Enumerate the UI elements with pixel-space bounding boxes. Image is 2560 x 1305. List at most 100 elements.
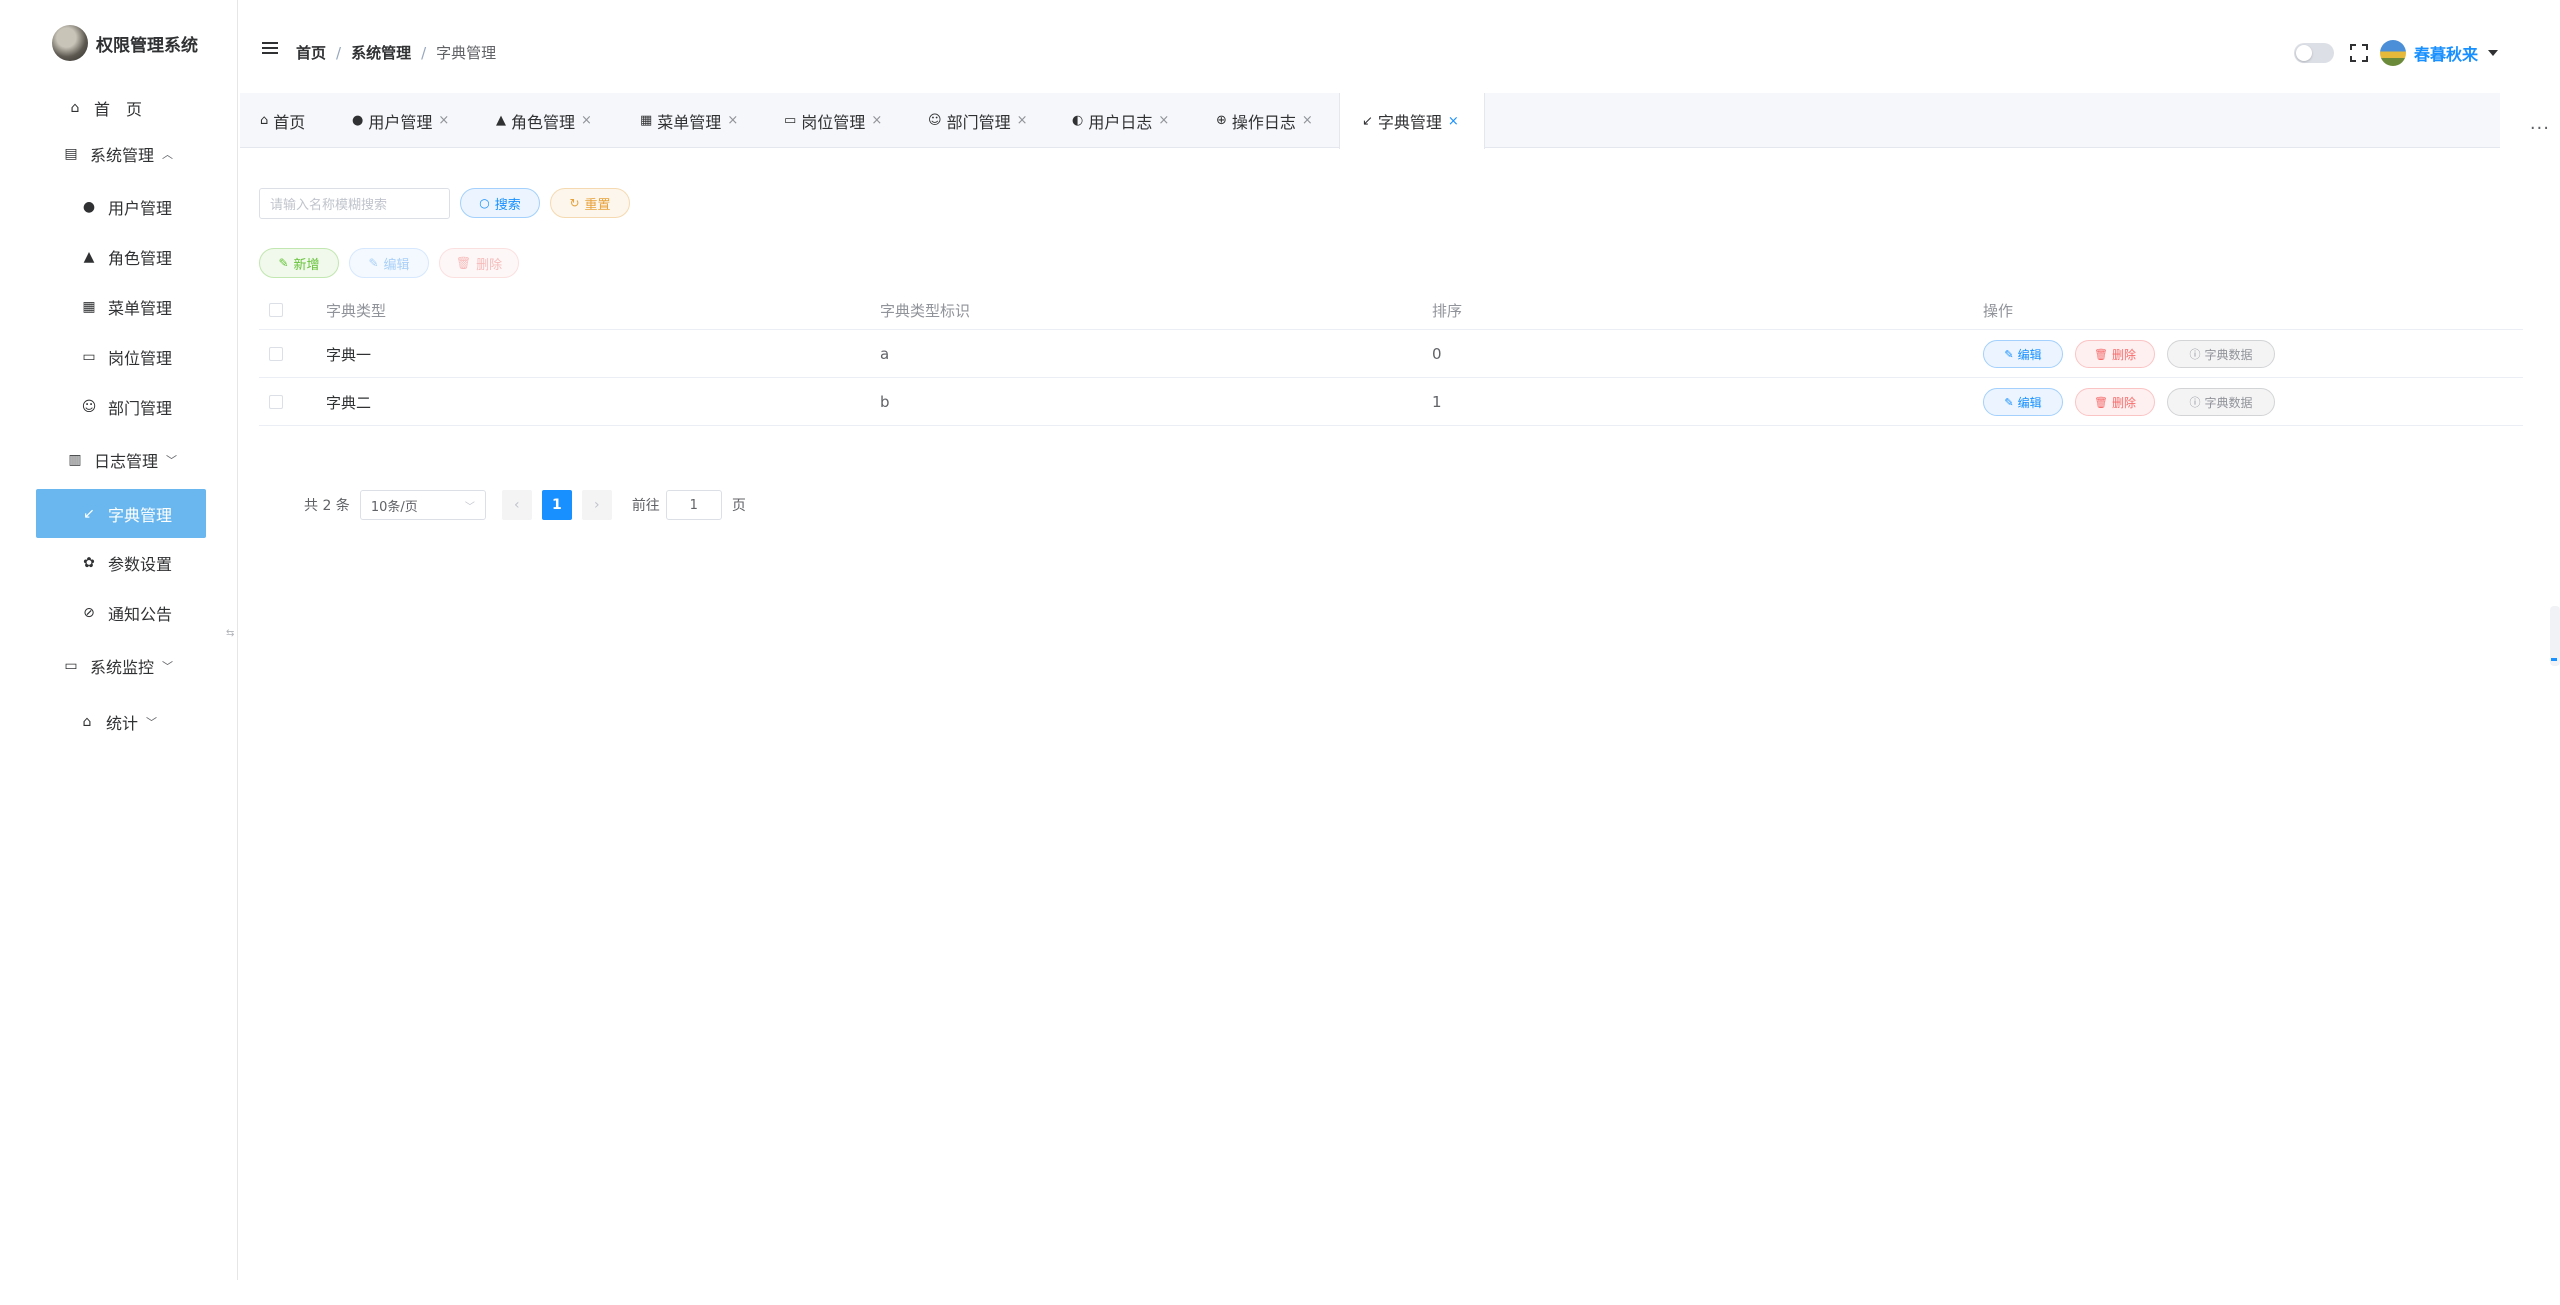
- user-icon: ●: [82, 199, 96, 215]
- tab-dict[interactable]: ↙ 字典管理 ×: [1339, 93, 1485, 149]
- logo[interactable]: 权限管理系统: [52, 24, 198, 62]
- cell-type: 字典一: [326, 345, 372, 364]
- side-scroll-handle[interactable]: [2550, 606, 2560, 666]
- tab-menus[interactable]: ▦ 菜单管理 ×: [640, 93, 738, 148]
- next-page-button[interactable]: ›: [581, 490, 612, 520]
- log-calendar-icon: ▥: [68, 452, 82, 468]
- more-icon[interactable]: ···: [2530, 118, 2550, 139]
- row-dict-data-button[interactable]: ⓘ 字典数据: [2167, 388, 2275, 416]
- edit-button[interactable]: ✎ 编辑: [349, 248, 429, 278]
- username[interactable]: 春暮秋来: [2414, 41, 2478, 65]
- row-delete-button[interactable]: 🗑 删除: [2075, 340, 2155, 368]
- tab-label: 菜单管理: [657, 112, 722, 132]
- tab-home[interactable]: ⌂ 首页: [260, 93, 305, 148]
- sidebar-item-label: 字典管理: [108, 505, 173, 525]
- edit-square-icon: ✎: [2004, 347, 2014, 361]
- table-header-row: 字典类型 字典类型标识 排序 操作: [259, 290, 2523, 330]
- sidebar-item-posts[interactable]: ▭ 岗位管理: [80, 337, 230, 377]
- tab-posts[interactable]: ▭ 岗位管理 ×: [784, 93, 882, 148]
- sidebar-item-logs[interactable]: ▥ 日志管理 ﹀: [66, 440, 236, 480]
- page-size-select[interactable]: 10条/页 ﹀: [359, 490, 486, 520]
- close-icon[interactable]: ×: [727, 113, 738, 128]
- post-icon: ▭: [784, 113, 797, 128]
- sidebar-item-label: 岗位管理: [108, 349, 173, 368]
- refresh-icon: ↻: [569, 196, 580, 210]
- breadcrumb-home[interactable]: 首页: [296, 42, 326, 63]
- tab-label: 字典管理: [1377, 113, 1442, 132]
- prev-page-button[interactable]: ‹: [501, 490, 532, 520]
- search-icon: ○: [479, 196, 490, 210]
- op-log-icon: ⊕: [1216, 113, 1227, 128]
- sidebar-item-home[interactable]: ⌂ 首 页: [66, 88, 216, 128]
- search-input[interactable]: 请输入名称模糊搜索: [259, 188, 450, 219]
- close-icon[interactable]: ×: [581, 113, 592, 128]
- role-icon: ▲: [496, 113, 506, 128]
- tab-users[interactable]: ● 用户管理 ×: [352, 93, 449, 148]
- close-icon[interactable]: ×: [1017, 113, 1028, 128]
- chevron-left-icon: ‹: [514, 497, 520, 513]
- sidebar-item-dict[interactable]: ↙ 字典管理: [36, 489, 206, 538]
- row-edit-button[interactable]: ✎ 编辑: [1983, 388, 2063, 416]
- select-all-checkbox[interactable]: [269, 290, 283, 330]
- tab-label: 角色管理: [511, 112, 576, 132]
- sidebar-item-monitor[interactable]: ▭ 系统监控 ﹀: [62, 646, 232, 686]
- sidebar-item-menus[interactable]: ▦ 菜单管理: [80, 287, 230, 327]
- row-dict-data-button[interactable]: ⓘ 字典数据: [2167, 340, 2275, 368]
- delete-button[interactable]: 🗑 删除: [439, 248, 519, 278]
- edit-square-icon: ✎: [2004, 395, 2014, 409]
- search-placeholder: 请输入名称模糊搜索: [270, 198, 388, 213]
- close-icon[interactable]: ×: [1448, 114, 1459, 129]
- pagination: 共 2 条 10条/页 ﹀ ‹ 1 › 前往 1 页: [304, 490, 746, 520]
- cell-key: a: [880, 345, 890, 363]
- goto-page-value: 1: [689, 497, 698, 513]
- theme-toggle[interactable]: [2293, 43, 2334, 63]
- tab-label: 用户日志: [1088, 112, 1153, 132]
- top-header: 首页 / 系统管理 / 字典管理 春暮秋来: [240, 0, 2560, 92]
- home-icon: ⌂: [70, 100, 80, 116]
- sidebar-item-system[interactable]: ▤ 系统管理 ︿: [62, 134, 232, 174]
- page-number-current[interactable]: 1: [541, 490, 572, 520]
- tab-op-logs[interactable]: ⊕ 操作日志 ×: [1216, 93, 1313, 148]
- row-checkbox[interactable]: [269, 330, 283, 378]
- hamburger-icon[interactable]: [262, 42, 278, 54]
- sidebar-item-roles[interactable]: ▲ 角色管理: [80, 237, 230, 277]
- table-row: 字典一 a 0 ✎ 编辑 🗑 删除 ⓘ 字典数据: [259, 330, 2523, 378]
- reset-button-label: 重置: [584, 197, 611, 213]
- sidebar-item-stats[interactable]: ⌂ 统计 ﹀: [78, 702, 228, 742]
- close-icon[interactable]: ×: [871, 113, 882, 128]
- tab-roles[interactable]: ▲ 角色管理 ×: [496, 93, 592, 148]
- sidebar-item-users[interactable]: ● 用户管理: [80, 187, 230, 227]
- breadcrumb-system[interactable]: 系统管理: [351, 42, 411, 63]
- row-delete-button[interactable]: 🗑 删除: [2075, 388, 2155, 416]
- cell-sort: 0: [1432, 345, 1442, 363]
- row-edit-label: 编辑: [2017, 395, 2042, 410]
- sidebar-item-label: 参数设置: [108, 555, 173, 574]
- sidebar-item-notices[interactable]: ⊘ 通知公告: [80, 593, 230, 633]
- row-edit-button[interactable]: ✎ 编辑: [1983, 340, 2063, 368]
- reset-button[interactable]: ↻ 重置: [550, 188, 630, 218]
- user-log-icon: ◐: [1072, 113, 1084, 128]
- chevron-down-icon: ﹀: [166, 454, 178, 467]
- close-icon[interactable]: ×: [1302, 113, 1313, 128]
- sidebar-collapse-handle[interactable]: ⇆: [226, 628, 234, 639]
- sidebar-item-depts[interactable]: ☺ 部门管理: [80, 387, 230, 427]
- search-button[interactable]: ○ 搜索: [460, 188, 540, 218]
- row-delete-label: 删除: [2111, 395, 2136, 410]
- breadcrumb-current: 字典管理: [436, 44, 497, 62]
- add-button[interactable]: ✎ 新增: [259, 248, 339, 278]
- menu-grid-icon: ▦: [640, 113, 653, 128]
- goto-page-input[interactable]: 1: [665, 490, 722, 520]
- user-avatar[interactable]: [2379, 40, 2406, 66]
- tab-depts[interactable]: ☺ 部门管理 ×: [928, 93, 1027, 148]
- column-header: 排序: [1432, 301, 1463, 320]
- dict-arrow-icon: ↙: [83, 505, 95, 522]
- goto-label: 前往: [631, 498, 660, 514]
- sidebar-item-params[interactable]: ✿ 参数设置: [80, 543, 230, 583]
- caret-down-icon[interactable]: [2488, 50, 2498, 56]
- fullscreen-icon[interactable]: [2349, 44, 2368, 62]
- tab-user-logs[interactable]: ◐ 用户日志 ×: [1072, 93, 1169, 148]
- close-icon[interactable]: ×: [438, 113, 449, 128]
- sidebar-item-label: 菜单管理: [108, 299, 173, 318]
- close-icon[interactable]: ×: [1158, 113, 1169, 128]
- row-checkbox[interactable]: [269, 378, 283, 426]
